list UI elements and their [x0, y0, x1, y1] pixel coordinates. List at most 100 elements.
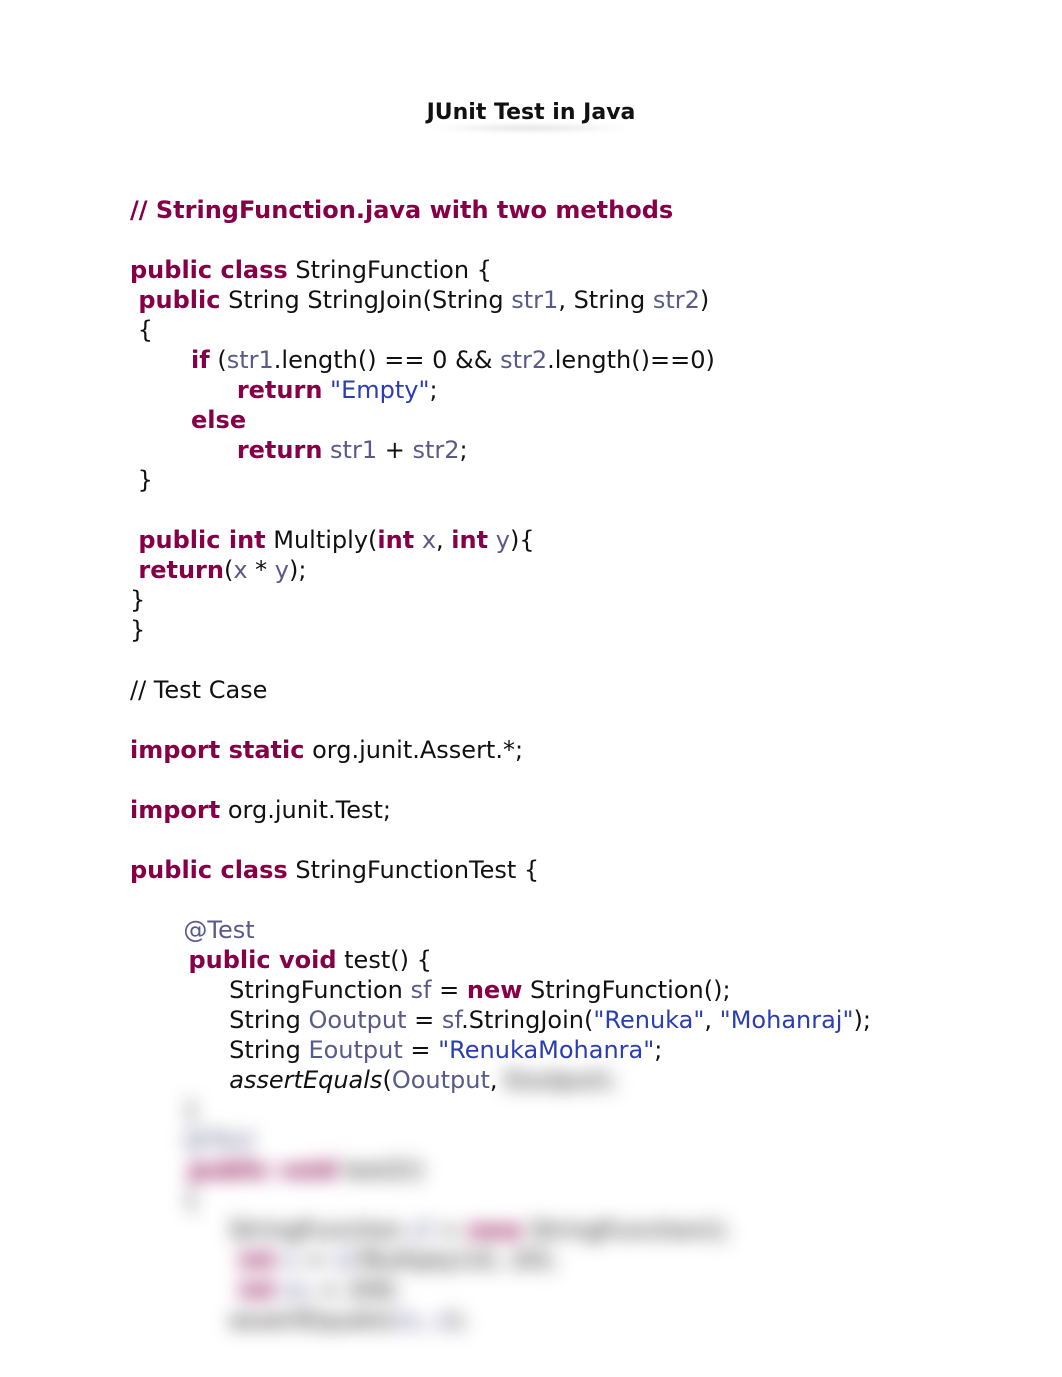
txt: , String: [558, 286, 653, 314]
code-block: // StringFunction.java with two methods …: [130, 165, 932, 1335]
str: "Empty": [322, 376, 429, 404]
var: x: [422, 526, 436, 554]
txt: Multiply(: [266, 526, 378, 554]
kw: public class: [130, 256, 288, 284]
var: ex: [392, 1306, 421, 1334]
blurred-region: Eoutput);: [498, 1066, 617, 1094]
var: str2: [653, 286, 700, 314]
kw: public int: [130, 526, 266, 554]
str: "Mohanraj": [720, 1006, 854, 1034]
var: str1: [511, 286, 558, 314]
txt: ){: [510, 526, 535, 554]
indent: [130, 436, 237, 464]
txt: org.junit.Assert.*;: [304, 736, 523, 764]
txt: ;: [654, 1036, 662, 1064]
kw: new: [467, 976, 523, 1004]
txt: .length()==0): [547, 346, 715, 374]
var: sf: [411, 976, 432, 1004]
blurred-region: } @Test public void test2() { StringFunc…: [130, 1095, 932, 1335]
txt: ): [700, 286, 709, 314]
str: "RenukaMohanra": [438, 1036, 654, 1064]
txt: {: [130, 316, 153, 344]
fn: assertEquals: [229, 1066, 382, 1094]
kw: int: [451, 526, 488, 554]
txt: }: [130, 586, 145, 614]
var: str1: [227, 346, 274, 374]
var: str2: [412, 436, 459, 464]
var: ex: [283, 1276, 312, 1304]
txt: [322, 436, 330, 464]
txt: ,: [436, 526, 451, 554]
kw: public class: [130, 856, 288, 884]
var: y: [275, 556, 289, 584]
txt: StringFunction();: [522, 976, 730, 1004]
var: sf: [442, 1006, 461, 1034]
kw: public void: [130, 946, 337, 974]
kw: if: [191, 346, 210, 374]
kw: public void: [130, 1156, 337, 1184]
var: y: [496, 526, 510, 554]
txt: = 200;: [312, 1276, 401, 1304]
txt: [275, 1276, 283, 1304]
txt: String: [130, 1006, 308, 1034]
txt: StringFunction();: [522, 1216, 730, 1244]
kw: else: [191, 406, 246, 434]
txt: String StringJoin(String: [220, 286, 511, 314]
txt: }: [130, 616, 145, 644]
var: o: [283, 1246, 298, 1274]
title-text: JUnit Test in Java: [427, 100, 636, 125]
txt: );: [289, 556, 306, 584]
kw: import static: [130, 736, 304, 764]
txt: ,: [420, 1306, 435, 1334]
txt: (: [382, 1066, 391, 1094]
annotation: @Test: [130, 1126, 255, 1154]
txt: (: [210, 346, 227, 374]
txt: =: [431, 976, 466, 1004]
comment-line: // Test Case: [130, 676, 267, 704]
txt: [414, 526, 422, 554]
var: Eoutput: [308, 1036, 402, 1064]
kw: int: [130, 1246, 275, 1274]
txt: [275, 1246, 283, 1274]
var: x: [233, 556, 247, 584]
var: str2: [500, 346, 547, 374]
indent: [130, 376, 237, 404]
txt: .StringJoin(: [461, 1006, 593, 1034]
indent: [130, 346, 191, 374]
txt: =: [431, 1216, 466, 1244]
txt: String: [130, 1036, 308, 1064]
txt: StringFunction: [130, 1216, 411, 1244]
kw: return: [130, 556, 224, 584]
txt: );: [450, 1306, 467, 1334]
txt: {: [130, 1186, 199, 1214]
var: o: [436, 1306, 451, 1334]
var: sf: [333, 1246, 352, 1274]
page-title: JUnit Test in Java: [427, 100, 636, 125]
comment-line: // StringFunction.java with two methods: [130, 196, 673, 224]
txt: StringFunction {: [288, 256, 492, 284]
txt: ,: [704, 1006, 719, 1034]
txt: *: [248, 556, 275, 584]
txt: .length() == 0 &&: [274, 346, 500, 374]
kw: import: [130, 796, 220, 824]
var: Ooutput: [392, 1066, 490, 1094]
txt: [130, 1066, 229, 1094]
txt: StringFunction: [130, 976, 411, 1004]
var: sf: [411, 1216, 432, 1244]
txt: =: [298, 1246, 333, 1274]
kw: return: [237, 376, 323, 404]
kw: new: [467, 1216, 523, 1244]
txt: assertEquals(: [130, 1306, 392, 1334]
kw: public: [130, 286, 220, 314]
txt: ;: [460, 436, 468, 464]
indent: [130, 406, 191, 434]
txt: );: [854, 1006, 871, 1034]
txt: test2(): [337, 1156, 425, 1184]
txt: StringFunctionTest {: [288, 856, 540, 884]
document-page: JUnit Test in Java // StringFunction.jav…: [0, 0, 1062, 1377]
annotation: @Test: [130, 916, 255, 944]
txt: test() {: [337, 946, 432, 974]
txt: org.junit.Test;: [220, 796, 391, 824]
txt: +: [377, 436, 412, 464]
kw: int: [130, 1276, 275, 1304]
